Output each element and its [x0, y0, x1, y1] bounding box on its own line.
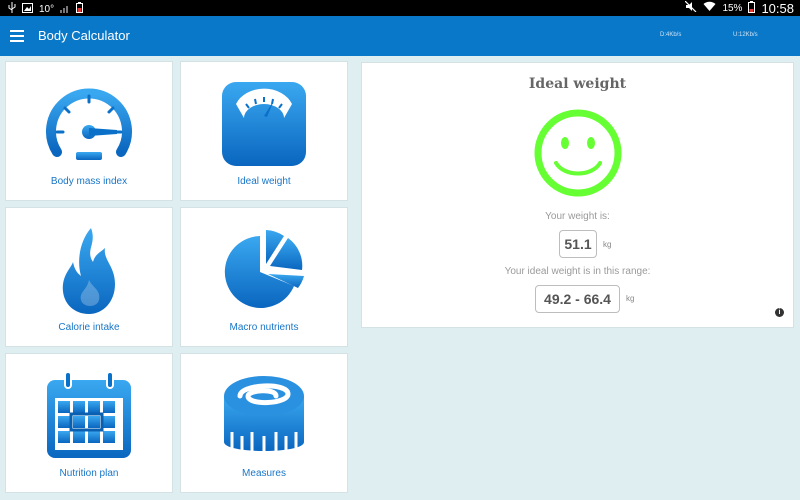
menu-icon[interactable] — [10, 30, 24, 42]
flame-icon — [62, 228, 115, 314]
info-icon[interactable]: i — [775, 308, 784, 317]
mute-icon — [685, 0, 697, 15]
tile-ideal-weight[interactable]: Ideal weight — [180, 61, 348, 201]
tile-label: Macro nutrients — [229, 322, 299, 333]
result-title: Ideal weight — [528, 76, 627, 92]
tile-nutrition-plan[interactable]: Nutrition plan — [5, 353, 173, 493]
tile-calorie-intake[interactable]: Calorie intake — [5, 207, 173, 347]
tile-label: Nutrition plan — [59, 468, 119, 479]
ideal-range-unit: kg — [626, 294, 635, 303]
tile-measures[interactable]: Measures — [180, 353, 348, 493]
app-title: Body Calculator — [38, 28, 130, 43]
ideal-range-value: 49.2 - 66.4 — [535, 285, 620, 313]
tile-label: Body mass index — [50, 176, 128, 187]
net-down-speed: D:4Kb/s — [660, 32, 682, 38]
battery-alert-icon — [76, 2, 84, 17]
calendar-icon — [47, 371, 131, 458]
result-card: Ideal weight Your weight is: 51.1 kg You… — [361, 62, 794, 328]
wifi-icon — [703, 1, 716, 15]
tile-macro-nutrients[interactable]: Macro nutrients — [180, 207, 348, 347]
measuring-tape-icon — [224, 376, 304, 452]
tile-label: Measures — [242, 468, 286, 479]
your-weight-value: 51.1 — [559, 230, 597, 258]
net-up-speed: U:12Kb/s — [733, 32, 758, 38]
pie-chart-icon — [224, 230, 304, 308]
usb-icon — [8, 2, 16, 17]
battery-percent: 15% — [722, 2, 743, 14]
status-bar: 10° 15% 10:58 — [0, 0, 800, 16]
signal-icon — [60, 3, 70, 17]
your-weight-unit: kg — [603, 240, 612, 249]
tile-label: Ideal weight — [237, 176, 291, 187]
smiley-icon — [534, 109, 622, 197]
app-bar: D:4Kb/s U:12Kb/s Body Calculator — [0, 16, 800, 56]
tile-label: Calorie intake — [58, 322, 120, 333]
speedometer-icon — [46, 88, 132, 160]
clock: 10:58 — [761, 0, 794, 16]
tile-body-mass-index[interactable]: Body mass index — [5, 61, 173, 201]
battery-icon — [748, 0, 756, 16]
temperature-text: 10° — [39, 3, 55, 15]
image-icon — [22, 2, 33, 17]
ideal-range-label: Your ideal weight is in this range: — [504, 266, 651, 277]
scale-icon — [222, 82, 306, 166]
your-weight-label: Your weight is: — [545, 211, 610, 222]
